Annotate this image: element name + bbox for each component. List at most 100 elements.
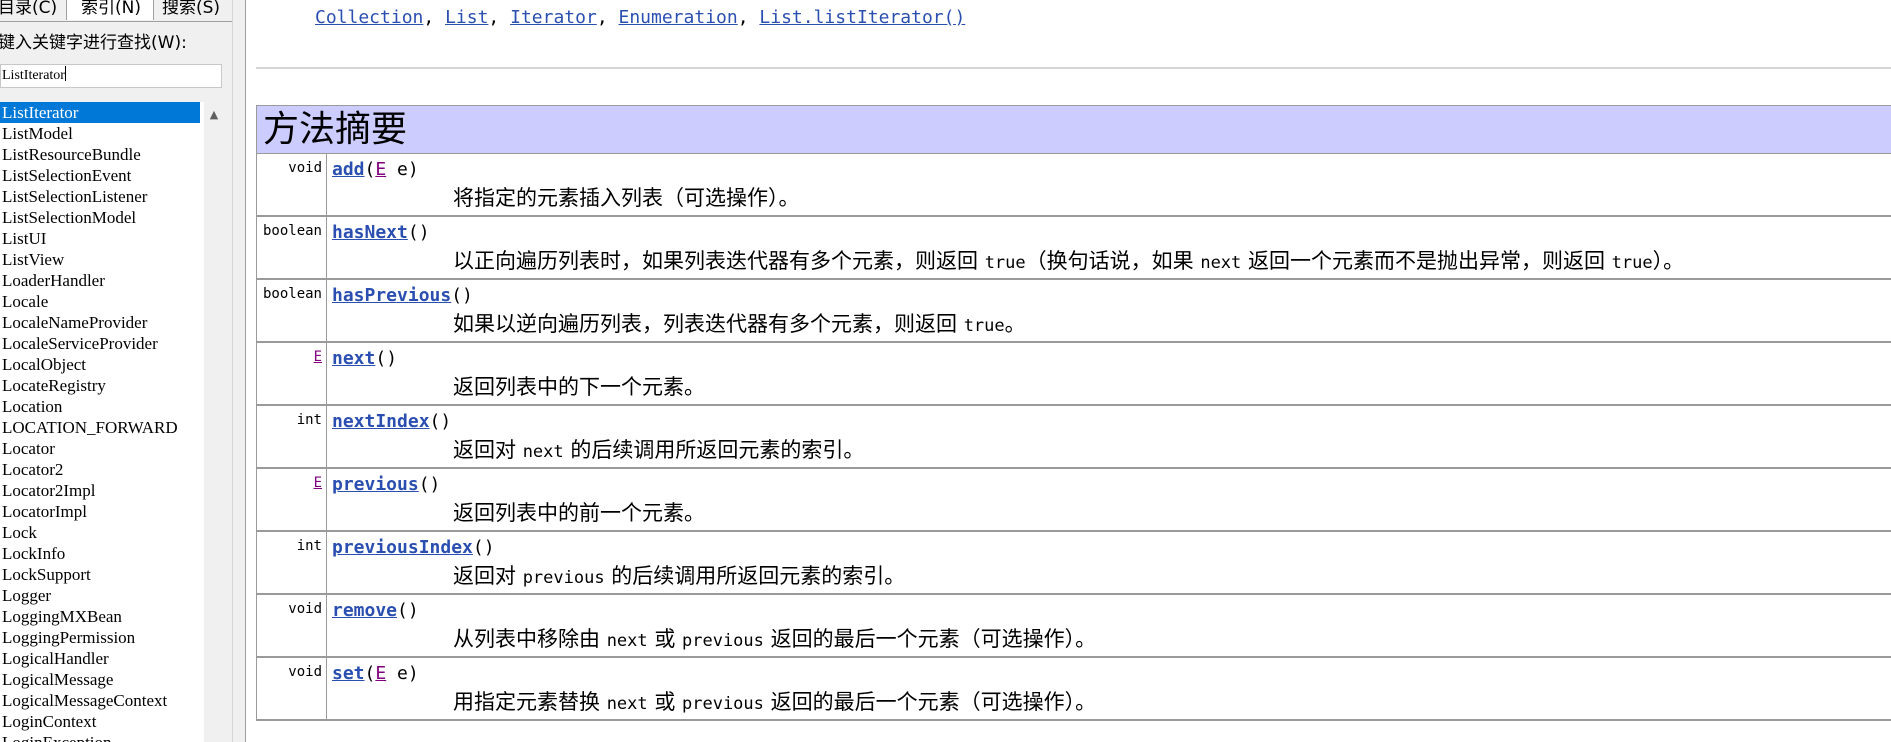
description-text: 的后续调用所返回元素的索引。 <box>563 438 865 462</box>
code-keyword: next <box>522 442 564 462</box>
tab-index[interactable]: 索引(N) <box>66 0 154 20</box>
list-item[interactable]: ListResourceBundle <box>0 144 200 165</box>
description-text: 返回对 <box>453 564 523 588</box>
type-param-link[interactable]: E <box>375 663 386 684</box>
method-signature: add(E e) <box>332 159 419 180</box>
list-item[interactable]: ListUI <box>0 228 200 249</box>
method-description: 返回对 previous 的后续调用所返回元素的索引。 <box>453 560 905 590</box>
list-item[interactable]: Locator <box>0 438 200 459</box>
list-item[interactable]: Lock <box>0 522 200 543</box>
description-text: 从列表中移除由 <box>453 627 607 651</box>
see-also-link[interactable]: Collection <box>315 7 423 28</box>
method-link-add[interactable]: add <box>332 159 365 180</box>
return-type: void <box>257 595 327 656</box>
method-summary-title: 方法摘要 <box>257 106 1891 154</box>
params-close: e) <box>386 159 419 180</box>
list-item[interactable]: LoaderHandler <box>0 270 200 291</box>
keyword-label: 键入关键字进行查找(W): <box>0 33 187 53</box>
index-list[interactable]: ListIterator ListModel ListResourceBundle L… <box>0 102 224 742</box>
method-row: void add(E e) 将指定的元素插入列表（可选操作）。 <box>257 154 1891 217</box>
code-keyword: previous <box>682 631 764 651</box>
code-keyword: true <box>984 253 1026 273</box>
list-item[interactable]: LocateRegistry <box>0 375 200 396</box>
list-item[interactable]: LockInfo <box>0 543 200 564</box>
tab-search[interactable]: 搜索(S) <box>156 0 232 20</box>
see-also-separator: , <box>737 7 760 28</box>
list-item[interactable]: LocaleNameProvider <box>0 312 200 333</box>
method-rows: void add(E e) 将指定的元素插入列表（可选操作）。 boolean hasN… <box>257 154 1891 721</box>
description-text: ）。 <box>1652 249 1685 273</box>
method-link-hasNext[interactable]: hasNext <box>332 222 408 243</box>
params-open: () <box>407 222 430 243</box>
tab-contents[interactable]: 目录(C) <box>0 0 66 20</box>
list-item[interactable]: Locator2 <box>0 459 200 480</box>
list-item[interactable]: LocaleServiceProvider <box>0 333 200 354</box>
code-keyword: next <box>1200 253 1242 273</box>
see-also-link[interactable]: Iterator <box>510 7 597 28</box>
list-item[interactable]: LogicalHandler <box>0 648 200 669</box>
list-item[interactable]: Location <box>0 396 200 417</box>
list-item[interactable]: ListIterator <box>0 102 200 123</box>
return-type[interactable]: E <box>257 469 327 530</box>
list-item[interactable]: LoginContext <box>0 711 200 732</box>
method-row: Eprevious() 返回列表中的前一个元素。 <box>257 469 1891 532</box>
method-link-remove[interactable]: remove <box>332 600 397 621</box>
see-also-link[interactable]: Enumeration <box>619 7 738 28</box>
horizontal-rule <box>256 67 1891 69</box>
list-item[interactable]: Locator2Impl <box>0 480 200 501</box>
see-also-separator: , <box>423 7 446 28</box>
keyword-input[interactable]: ListIterator <box>0 64 222 88</box>
list-item[interactable]: LogicalMessageContext <box>0 690 200 711</box>
description-text: 的后续调用所返回元素的索引。 <box>604 564 906 588</box>
method-link-nextIndex[interactable]: nextIndex <box>332 411 430 432</box>
type-param-link[interactable]: E <box>375 159 386 180</box>
list-item[interactable]: LocalObject <box>0 354 200 375</box>
code-keyword: next <box>606 631 648 651</box>
list-item[interactable]: Logger <box>0 585 200 606</box>
method-description: 用指定元素替换 next 或 previous 返回的最后一个元素（可选操作）。 <box>453 686 1096 716</box>
index-list-scrollbar[interactable]: ▲ <box>204 102 224 742</box>
list-item[interactable]: ListSelectionEvent <box>0 165 200 186</box>
method-link-hasPrevious[interactable]: hasPrevious <box>332 285 451 306</box>
method-link-previousIndex[interactable]: previousIndex <box>332 537 473 558</box>
description-text: 将指定的元素插入列表（可选操作）。 <box>453 186 800 210</box>
list-item[interactable]: LoginException <box>0 732 200 742</box>
pane-splitter[interactable] <box>232 0 246 742</box>
params-open: () <box>397 600 419 621</box>
description-text: 返回一个元素而不是抛出异常，则返回 <box>1241 249 1612 273</box>
tab-divider <box>0 21 232 22</box>
code-keyword: previous <box>522 568 605 588</box>
description-text: 用指定元素替换 <box>453 690 607 714</box>
description-text: （换句话说，如果 <box>1025 249 1201 273</box>
method-row: Enext() 返回列表中的下一个元素。 <box>257 343 1891 406</box>
code-keyword: true <box>963 316 1005 336</box>
scroll-up-arrow-icon[interactable]: ▲ <box>204 106 224 124</box>
list-item[interactable]: LocatorImpl <box>0 501 200 522</box>
list-item[interactable]: LoggingMXBean <box>0 606 200 627</box>
method-description: 从列表中移除由 next 或 previous 返回的最后一个元素（可选操作）。 <box>453 623 1096 653</box>
list-item[interactable]: LogicalMessage <box>0 669 200 690</box>
see-also-link[interactable]: List <box>445 7 488 28</box>
params-open: ( <box>364 159 376 180</box>
list-item[interactable]: LOCATION_FORWARD <box>0 417 200 438</box>
list-item[interactable]: ListModel <box>0 123 200 144</box>
index-pane: 目录(C) 索引(N) 搜索(S) 键入关键字进行查找(W): ListIter… <box>0 0 232 742</box>
list-item[interactable]: LockSupport <box>0 564 200 585</box>
list-item[interactable]: LoggingPermission <box>0 627 200 648</box>
return-type[interactable]: E <box>257 343 327 404</box>
method-row: boolean hasNext() 以正向遍历列表时，如果列表迭代器有多个元素，则返… <box>257 217 1891 280</box>
list-item[interactable]: ListSelectionModel <box>0 207 200 228</box>
see-also-link[interactable]: List.listIterator() <box>759 7 965 28</box>
method-link-set[interactable]: set <box>332 663 365 684</box>
list-item[interactable]: Locale <box>0 291 200 312</box>
method-link-next[interactable]: next <box>332 348 375 369</box>
list-item[interactable]: ListSelectionListener <box>0 186 200 207</box>
method-signature: nextIndex() <box>332 411 451 432</box>
description-text: 返回的最后一个元素（可选操作）。 <box>763 690 1097 714</box>
method-signature: previous() <box>332 474 440 495</box>
method-link-previous[interactable]: previous <box>332 474 419 495</box>
method-description: 返回对 next 的后续调用所返回元素的索引。 <box>453 434 864 464</box>
list-item[interactable]: ListView <box>0 249 200 270</box>
method-summary-table: 方法摘要 void add(E e) 将指定的元素插入列表（可选操作）。 boolea… <box>256 105 1891 721</box>
description-text: 或 <box>647 627 682 651</box>
